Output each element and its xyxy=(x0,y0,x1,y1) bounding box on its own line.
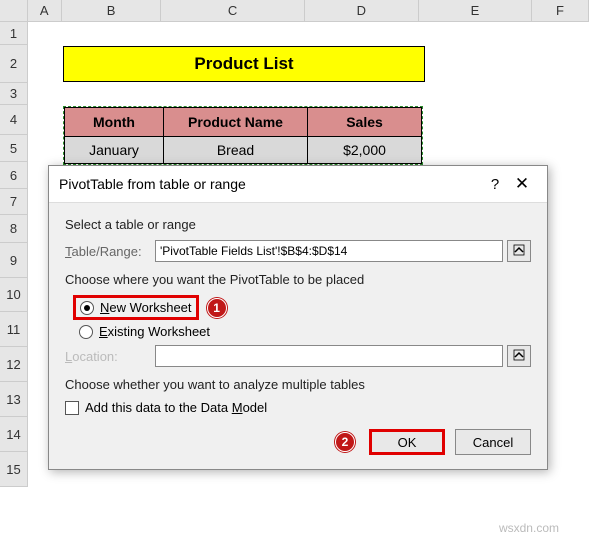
location-label: Location: xyxy=(65,349,155,364)
header-sales[interactable]: Sales xyxy=(308,108,422,137)
cell-sales[interactable]: $2,000 xyxy=(308,137,422,164)
section-placement: Choose where you want the PivotTable to … xyxy=(65,272,531,287)
cell-month[interactable]: January xyxy=(65,137,164,164)
row-head-8[interactable]: 8 xyxy=(0,215,28,243)
row-head-15[interactable]: 15 xyxy=(0,452,28,487)
data-model-label[interactable]: Add this data to the Data Model xyxy=(85,400,267,415)
row-head-14[interactable]: 14 xyxy=(0,417,28,452)
dialog-title-text: PivotTable from table or range xyxy=(59,176,483,192)
cell-product[interactable]: Bread xyxy=(164,137,308,164)
radio-existing-worksheet-label[interactable]: Existing Worksheet xyxy=(99,324,210,339)
row-head-4[interactable]: 4 xyxy=(0,105,28,135)
table-header-row: Month Product Name Sales xyxy=(65,108,422,137)
radio-existing-worksheet[interactable] xyxy=(79,325,93,339)
table-row: January Bread $2,000 xyxy=(65,137,422,164)
table-range-label: Table/Range: xyxy=(65,244,155,259)
location-input[interactable] xyxy=(155,345,503,367)
table-range-row: Table/Range: xyxy=(65,240,531,262)
title-merged-cell[interactable]: Product List xyxy=(63,46,425,82)
col-head-E[interactable]: E xyxy=(419,0,532,21)
dialog-body: Select a table or range Table/Range: Cho… xyxy=(49,203,547,469)
row-head-9[interactable]: 9 xyxy=(0,243,28,278)
highlight-new-worksheet: New Worksheet xyxy=(73,295,199,320)
section-select-range: Select a table or range xyxy=(65,217,531,232)
select-all-corner[interactable] xyxy=(0,0,28,21)
collapse-dialog-button[interactable] xyxy=(507,240,531,262)
pivottable-dialog: PivotTable from table or range ? ✕ Selec… xyxy=(48,165,548,470)
placement-radio-group: New Worksheet 1 Existing Worksheet xyxy=(73,295,531,339)
row-headers: 1 2 3 4 5 6 7 8 9 10 11 12 13 14 15 xyxy=(0,22,28,487)
collapse-icon xyxy=(513,349,525,364)
row-head-12[interactable]: 12 xyxy=(0,347,28,382)
dialog-titlebar: PivotTable from table or range ? ✕ xyxy=(49,166,547,203)
col-head-B[interactable]: B xyxy=(62,0,161,21)
section-multiple-tables: Choose whether you want to analyze multi… xyxy=(65,377,531,392)
location-collapse-button[interactable] xyxy=(507,345,531,367)
close-button[interactable]: ✕ xyxy=(507,174,537,194)
row-head-11[interactable]: 11 xyxy=(0,312,28,347)
row-head-2[interactable]: 2 xyxy=(0,45,28,83)
radio-existing-worksheet-row: Existing Worksheet xyxy=(79,324,531,339)
annotation-badge-2: 2 xyxy=(335,432,355,452)
annotation-badge-1: 1 xyxy=(207,298,227,318)
row-head-1[interactable]: 1 xyxy=(0,22,28,45)
ok-button[interactable]: OK xyxy=(369,429,445,455)
row-head-6[interactable]: 6 xyxy=(0,162,28,189)
cancel-button[interactable]: Cancel xyxy=(455,429,531,455)
col-head-F[interactable]: F xyxy=(532,0,589,21)
column-headers: A B C D E F xyxy=(0,0,589,22)
row-head-5[interactable]: 5 xyxy=(0,135,28,162)
dialog-button-row: 2 OK Cancel xyxy=(65,429,531,455)
col-head-D[interactable]: D xyxy=(305,0,419,21)
radio-new-worksheet-row: New Worksheet 1 xyxy=(73,295,531,320)
collapse-icon xyxy=(513,244,525,259)
header-month[interactable]: Month xyxy=(65,108,164,137)
help-button[interactable]: ? xyxy=(483,176,507,193)
location-row: Location: xyxy=(65,345,531,367)
col-head-C[interactable]: C xyxy=(161,0,305,21)
row-head-10[interactable]: 10 xyxy=(0,278,28,312)
row-head-3[interactable]: 3 xyxy=(0,83,28,105)
data-model-row: Add this data to the Data Model xyxy=(65,400,531,415)
header-product[interactable]: Product Name xyxy=(164,108,308,137)
table-range-input[interactable] xyxy=(155,240,503,262)
radio-new-worksheet-label[interactable]: New Worksheet xyxy=(100,300,192,315)
radio-new-worksheet[interactable] xyxy=(80,301,94,315)
row-head-7[interactable]: 7 xyxy=(0,189,28,215)
col-head-A[interactable]: A xyxy=(28,0,62,21)
row-head-13[interactable]: 13 xyxy=(0,382,28,417)
watermark: wsxdn.com xyxy=(499,521,559,535)
data-table[interactable]: Month Product Name Sales January Bread $… xyxy=(63,106,423,165)
data-model-checkbox[interactable] xyxy=(65,401,79,415)
